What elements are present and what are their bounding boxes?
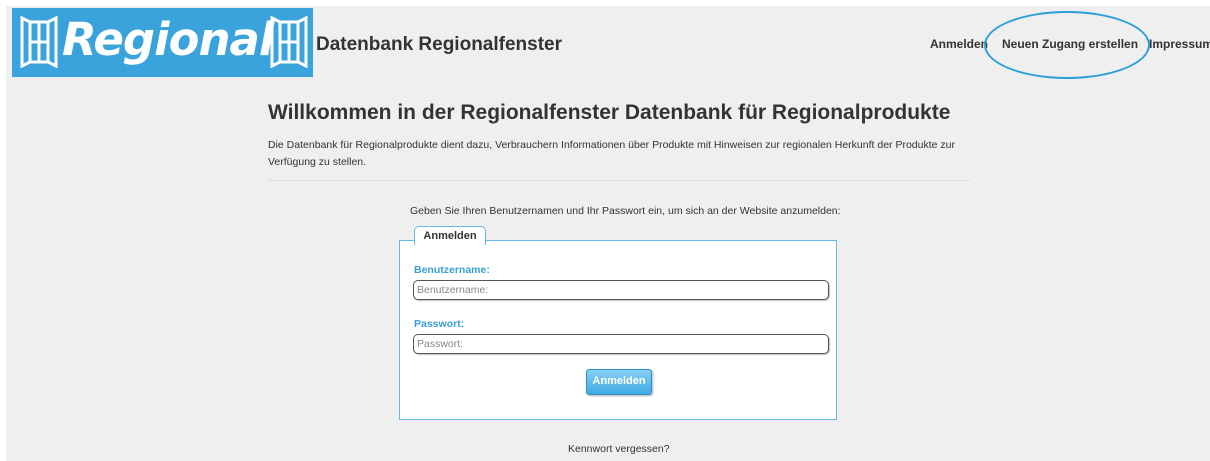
login-tab[interactable]: Anmelden xyxy=(414,226,486,245)
highlight-ring xyxy=(984,11,1150,79)
window-icon xyxy=(270,16,308,68)
nav-imprint-link[interactable]: Impressum xyxy=(1149,37,1210,51)
page-title: Willkommen in der Regionalfenster Datenb… xyxy=(268,101,951,124)
intro-text: Die Datenbank für Regionalprodukte dient… xyxy=(268,139,955,168)
forgot-password-link[interactable]: Kennwort vergessen? xyxy=(568,443,670,455)
nav-login-link[interactable]: Anmelden xyxy=(930,37,988,51)
logo-text: Regional xyxy=(62,13,274,66)
username-label: Benutzername: xyxy=(414,264,490,276)
username-input[interactable] xyxy=(413,280,829,300)
login-form: Benutzername: Passwort: Anmelden xyxy=(399,240,837,420)
page: Regional Datenbank Regionalfenster Anmel… xyxy=(6,6,1210,461)
window-icon xyxy=(20,16,58,68)
login-submit-button[interactable]: Anmelden xyxy=(586,369,652,395)
regional-logo[interactable]: Regional xyxy=(12,8,313,77)
site-title: Datenbank Regionalfenster xyxy=(316,34,562,55)
password-label: Passwort: xyxy=(414,318,465,330)
login-prompt: Geben Sie Ihren Benutzernamen und Ihr Pa… xyxy=(410,205,841,217)
divider xyxy=(268,180,970,181)
password-input[interactable] xyxy=(413,334,829,354)
